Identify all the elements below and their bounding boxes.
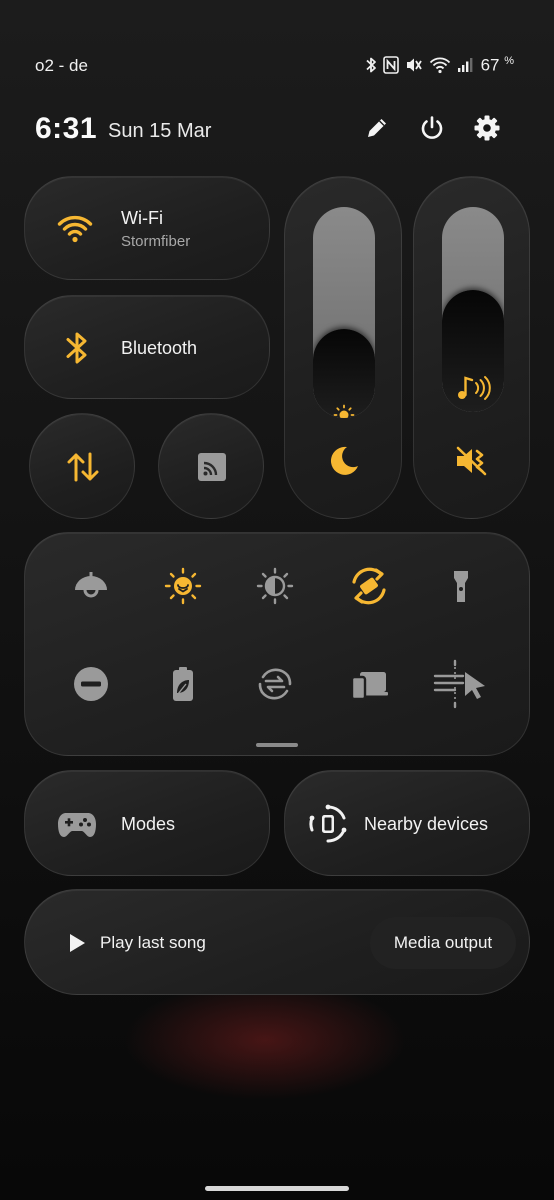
power-button[interactable] — [416, 114, 448, 146]
wifi-network-name: Stormfiber — [121, 233, 191, 250]
cast-tile[interactable] — [158, 413, 264, 519]
play-icon[interactable] — [65, 931, 89, 955]
mute-icon — [405, 56, 423, 74]
media-output-button[interactable]: Media output — [370, 917, 516, 969]
bluetooth-tile[interactable]: Bluetooth — [24, 295, 270, 399]
settings-icon — [473, 114, 501, 147]
bluetooth-icon — [365, 56, 377, 74]
play-last-song[interactable]: Play last song — [100, 933, 206, 953]
status-bar: o2 - de 67 % — [0, 52, 554, 82]
panel-header: 6:31 Sun 15 Mar — [35, 112, 515, 152]
clock[interactable]: 6:31 — [35, 112, 97, 146]
quick-panel-screen: o2 - de 67 % 6:31 Sun 15 Mar Wi-Fi Storm… — [0, 0, 554, 1200]
dark-mode-moon-icon[interactable] — [324, 441, 364, 481]
edit-icon — [364, 115, 390, 146]
brightness-icon — [332, 403, 356, 418]
cell-signal-icon — [457, 56, 473, 74]
quick-share-icon — [433, 659, 489, 714]
extra-dim-toggle[interactable] — [245, 558, 305, 618]
volume-icon — [452, 373, 496, 403]
link-to-windows-toggle[interactable] — [339, 656, 399, 716]
settings-button[interactable] — [471, 114, 503, 146]
eye-comfort-toggle[interactable] — [153, 558, 213, 618]
power-saving-toggle[interactable] — [153, 656, 213, 716]
quick-share-toggle[interactable] — [431, 656, 491, 716]
brightness-slider-tile — [284, 176, 402, 519]
do-not-disturb-toggle[interactable] — [61, 656, 121, 716]
cast-icon — [196, 451, 228, 483]
status-icons: 67 % — [365, 55, 514, 76]
wifi-icon — [429, 56, 451, 74]
vibrate-mute-icon[interactable] — [452, 441, 492, 481]
data-saver-icon — [255, 664, 295, 709]
volume-slider[interactable] — [442, 207, 504, 412]
nearby-devices-title: Nearby devices — [364, 814, 489, 834]
mobile-data-icon — [63, 447, 103, 487]
panel-expand-handle[interactable] — [256, 743, 298, 747]
date[interactable]: Sun 15 Mar — [108, 120, 211, 143]
gesture-nav-bar[interactable] — [205, 1186, 349, 1191]
do-not-disturb-icon — [71, 664, 111, 709]
quick-toggles-panel — [24, 532, 530, 756]
brightness-slider[interactable] — [313, 207, 375, 418]
lamp-icon — [71, 566, 111, 611]
gamepad-icon — [57, 804, 97, 844]
edit-button[interactable] — [361, 114, 393, 146]
extra-dim-icon — [255, 566, 295, 611]
power-icon — [418, 114, 446, 147]
wifi-title: Wi-Fi — [121, 208, 163, 228]
eye-comfort-icon — [163, 566, 203, 611]
nfc-icon — [382, 56, 399, 75]
modes-title: Modes — [121, 814, 176, 834]
link-to-windows-icon — [349, 664, 389, 709]
volume-slider-tile — [413, 176, 530, 519]
bluetooth-icon — [57, 328, 97, 368]
mobile-data-tile[interactable] — [29, 413, 135, 519]
wifi-icon — [55, 209, 95, 249]
bluetooth-title: Bluetooth — [121, 338, 198, 358]
flashlight-icon — [441, 566, 481, 611]
auto-rotate-icon — [347, 564, 391, 613]
wifi-tile[interactable]: Wi-Fi Stormfiber — [24, 176, 270, 280]
carrier-name: o2 - de — [35, 56, 88, 75]
power-saving-icon — [163, 664, 203, 709]
battery-level: 67 % — [480, 55, 514, 75]
modes-tile[interactable]: Modes — [24, 770, 270, 876]
auto-rotate-toggle[interactable] — [339, 558, 399, 618]
nearby-devices-icon — [307, 803, 349, 845]
data-saver-toggle[interactable] — [245, 656, 305, 716]
nearby-devices-tile[interactable]: Nearby devices — [284, 770, 530, 876]
flashlight-toggle[interactable] — [431, 558, 491, 618]
lamp-toggle[interactable] — [61, 558, 121, 618]
